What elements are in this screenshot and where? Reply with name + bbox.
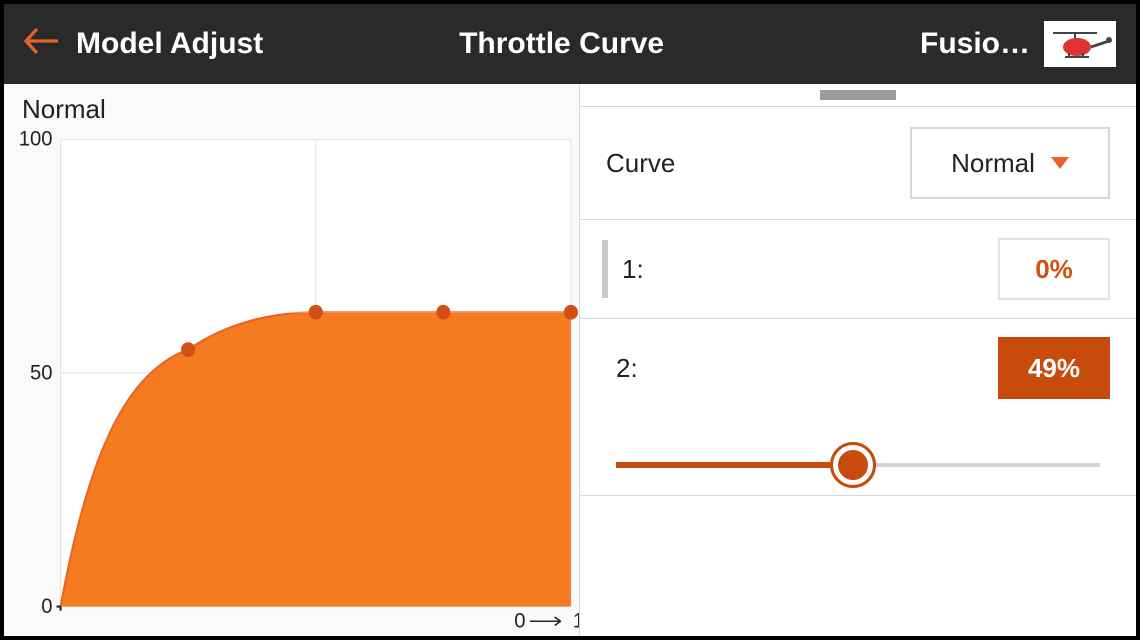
svg-text:50: 50 — [30, 361, 53, 384]
model-name[interactable]: Fusio… — [920, 27, 1030, 61]
settings-panel: Curve Normal 1: 0% 2: 49% — [579, 84, 1136, 636]
drag-handle[interactable] — [580, 84, 1136, 106]
point-label: 1: — [622, 254, 644, 285]
curve-selector-row: Curve Normal — [580, 107, 1136, 219]
model-image[interactable] — [1044, 21, 1116, 67]
point-label: 2: — [616, 353, 638, 384]
header: Model Adjust Throttle Curve Fusio… — [4, 4, 1136, 84]
back-arrow-icon[interactable] — [24, 28, 58, 60]
svg-text:0: 0 — [41, 595, 52, 618]
svg-text:100: 100 — [19, 131, 53, 151]
page-title: Throttle Curve — [203, 27, 920, 61]
svg-text:0: 0 — [514, 609, 525, 632]
svg-text:1: 1 — [573, 609, 579, 632]
curve-dropdown[interactable]: Normal — [910, 127, 1110, 199]
throttle-curve-chart: 0 50 100 0 1 — [12, 131, 579, 636]
slider-thumb[interactable] — [833, 445, 873, 485]
point-slider-row — [580, 417, 1136, 495]
chart-panel: Normal 0 50 100 0 1 — [4, 84, 579, 636]
chart-title: Normal — [22, 94, 579, 125]
point-row-2[interactable]: 2: 49% — [580, 319, 1136, 417]
point-value-box-active[interactable]: 49% — [998, 337, 1110, 399]
chevron-down-icon — [1051, 157, 1069, 169]
point-row-1[interactable]: 1: 0% — [580, 220, 1136, 318]
point-indicator-bar — [602, 240, 608, 298]
point-value-box[interactable]: 0% — [998, 238, 1110, 300]
curve-label: Curve — [606, 148, 675, 179]
curve-dropdown-value: Normal — [951, 148, 1035, 179]
point-slider[interactable] — [616, 445, 1100, 485]
